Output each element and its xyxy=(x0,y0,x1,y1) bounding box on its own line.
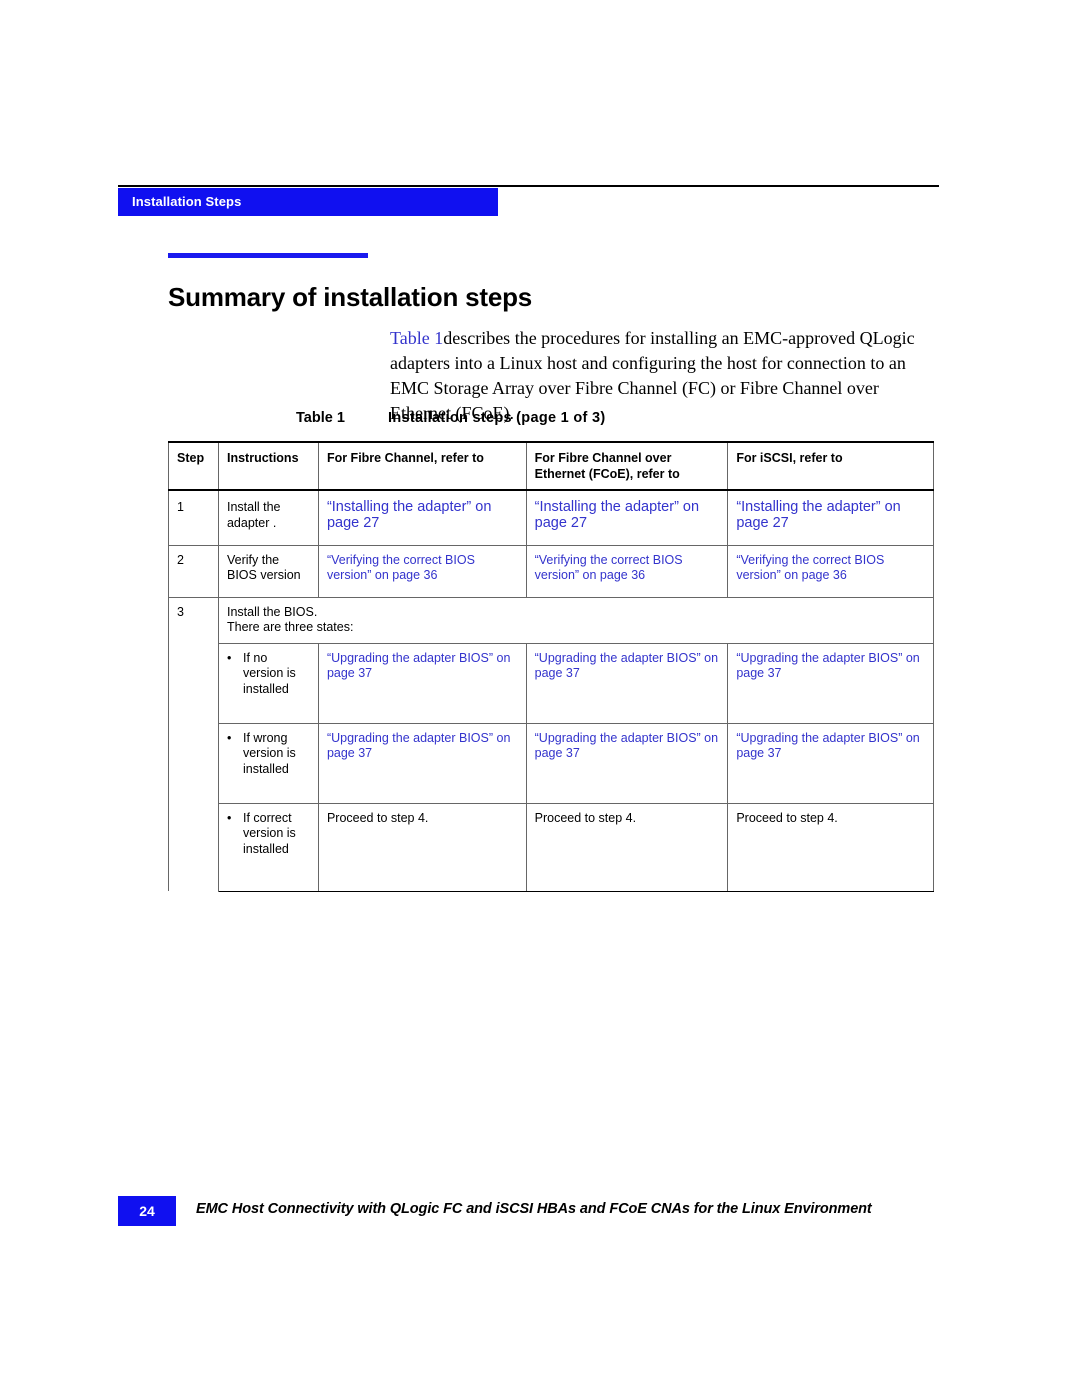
substep-condition-text: If correct version is installed xyxy=(242,810,296,856)
bullet-icon: • xyxy=(226,730,232,745)
table-row: 1 Install the adapter . “Installing the … xyxy=(168,493,934,545)
table-header-row: Step Instructions For Fibre Channel, ref… xyxy=(168,441,934,491)
cell-fcoe-link[interactable]: “Upgrading the adapter BIOS” on page 37 xyxy=(525,642,729,723)
cell-iscsi-link[interactable]: “Upgrading the adapter BIOS” on page 37 xyxy=(727,722,934,803)
cell-fibre-channel-text: Proceed to step 4. xyxy=(317,802,527,892)
footer-book-title: EMC Host Connectivity with QLogic FC and… xyxy=(196,1201,872,1217)
cell-fcoe-link[interactable]: “Verifying the correct BIOS version” on … xyxy=(525,544,729,597)
bullet-icon: • xyxy=(226,650,232,665)
table-row-substep: • If wrong version is installed “Upgradi… xyxy=(169,722,934,803)
cell-fcoe-text: Proceed to step 4. xyxy=(525,802,729,892)
column-header-iscsi: For iSCSI, refer to xyxy=(727,441,934,491)
cell-instructions: Install the adapter . xyxy=(217,493,319,545)
cell-substep-condition: • If wrong version is installed xyxy=(217,722,319,803)
table-cross-reference[interactable]: Table 1 xyxy=(390,328,443,348)
cell-fcoe-link[interactable]: “Upgrading the adapter BIOS” on page 37 xyxy=(525,722,729,803)
cell-step-number: 2 xyxy=(168,544,219,597)
column-header-instructions: Instructions xyxy=(217,441,319,491)
bullet-icon: • xyxy=(226,810,232,825)
column-header-fcoe: For Fibre Channel over Ethernet (FCoE), … xyxy=(525,441,729,491)
column-header-step: Step xyxy=(168,441,219,491)
step3-intro-line2: There are three states: xyxy=(226,620,354,634)
table-row-substep: • If correct version is installed Procee… xyxy=(169,802,934,892)
cell-step-number: 3 xyxy=(168,596,219,891)
running-head-label: Installation Steps xyxy=(132,194,242,209)
page-number: 24 xyxy=(139,1203,155,1219)
page-footer: 24 EMC Host Connectivity with QLogic FC … xyxy=(0,1196,1080,1236)
step3-intro-line1: Install the BIOS. xyxy=(226,604,318,619)
table-row-substep: • If no version is installed “Upgrading … xyxy=(169,642,934,723)
page-title: Summary of installation steps xyxy=(168,282,533,313)
substep-condition-text: If no version is installed xyxy=(242,650,296,696)
running-head-tab: Installation Steps xyxy=(118,188,498,216)
section-title-rule xyxy=(168,253,368,258)
column-header-fibre-channel: For Fibre Channel, refer to xyxy=(317,441,527,491)
header-rule xyxy=(118,185,939,187)
table-row-step3-intro: 3 Install the BIOS. There are three stat… xyxy=(168,596,935,891)
installation-steps-table: Step Instructions For Fibre Channel, ref… xyxy=(168,441,935,892)
running-header: Installation Steps xyxy=(0,0,1080,230)
table-caption: Table 1 Installation steps (page 1 of 3) xyxy=(296,410,605,426)
cell-fcoe-link[interactable]: “Installing the adapter” on page 27 xyxy=(525,493,729,545)
cell-iscsi-link[interactable]: “Installing the adapter” on page 27 xyxy=(727,493,934,545)
cell-substep-condition: • If no version is installed xyxy=(217,642,319,723)
table-caption-number: Table 1 xyxy=(296,410,345,426)
cell-step-number: 1 xyxy=(168,493,219,545)
cell-iscsi-link[interactable]: “Upgrading the adapter BIOS” on page 37 xyxy=(727,642,934,723)
cell-fibre-channel-link[interactable]: “Upgrading the adapter BIOS” on page 37 xyxy=(317,642,527,723)
page-number-box: 24 xyxy=(118,1196,176,1226)
cell-fibre-channel-link[interactable]: “Installing the adapter” on page 27 xyxy=(317,493,527,545)
intro-body-text: describes the procedures for installing … xyxy=(390,328,915,423)
cell-iscsi-text: Proceed to step 4. xyxy=(727,802,934,892)
cell-iscsi-link[interactable]: “Verifying the correct BIOS version” on … xyxy=(727,544,934,597)
table-row: 2 Verify the BIOS version “Verifying the… xyxy=(168,544,934,597)
cell-instructions: Verify the BIOS version xyxy=(217,544,319,597)
cell-fibre-channel-link[interactable]: “Upgrading the adapter BIOS” on page 37 xyxy=(317,722,527,803)
substep-condition-text: If wrong version is installed xyxy=(242,730,296,776)
cell-substep-condition: • If correct version is installed xyxy=(217,802,319,892)
cell-fibre-channel-link[interactable]: “Verifying the correct BIOS version” on … xyxy=(317,544,527,597)
table-caption-text: Installation steps (page 1 of 3) xyxy=(388,410,606,426)
cell-step3-intro: Install the BIOS. There are three states… xyxy=(217,596,935,643)
